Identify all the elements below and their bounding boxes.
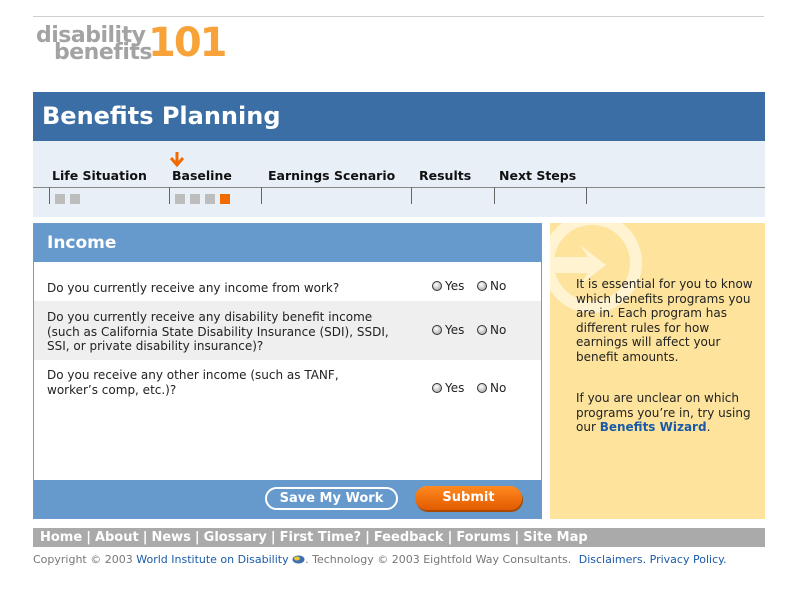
progress-square [70, 194, 80, 204]
question-row: Do you currently receive any income from… [34, 262, 541, 301]
progress-square [175, 194, 185, 204]
radio-button-icon[interactable] [432, 281, 442, 291]
question-text: Do you currently receive any disability … [47, 310, 389, 353]
radio-no[interactable]: No [477, 381, 506, 395]
nav-separator: | [142, 530, 148, 545]
progress-steps: Life Situation Baseline Earnings Scenari… [33, 141, 765, 217]
step-tick [411, 187, 412, 204]
page-title: Benefits Planning [42, 102, 281, 130]
radio-label: No [490, 381, 507, 395]
copyright-footer: Copyright © 2003 World Institute on Disa… [33, 553, 727, 566]
submit-button[interactable]: Submit [415, 486, 522, 510]
nav-separator: | [514, 530, 520, 545]
logo-number: 101 [148, 20, 227, 66]
radio-yes[interactable]: Yes [432, 323, 464, 337]
copyright-text: Copyright © 2003 [33, 553, 137, 566]
step-next-steps[interactable]: Next Steps [499, 168, 576, 183]
question-row: Do you receive any other income (such as… [34, 360, 541, 410]
top-rule [33, 16, 764, 17]
footer-nav: Home | About | News | Glossary | First Time? | Fee… [33, 528, 765, 547]
nav-separator: | [194, 530, 200, 545]
save-my-work-button[interactable]: Save My Work [265, 487, 398, 510]
logo-word-benefits: benefits [54, 40, 152, 65]
nav-feedback[interactable]: Feedback [374, 530, 444, 545]
nav-separator: | [447, 530, 453, 545]
panel-title: Income [47, 233, 117, 253]
page-banner: Benefits Planning [33, 92, 765, 141]
step-results[interactable]: Results [419, 168, 471, 183]
step-earnings-scenario[interactable]: Earnings Scenario [268, 168, 395, 183]
nav-news[interactable]: News [151, 530, 190, 545]
panel-footer: Save My Work Submit [34, 480, 541, 518]
sidebar-paragraph: It is essential for you to know which be… [576, 277, 753, 364]
sidebar-text: . [706, 420, 711, 434]
help-sidebar: It is essential for you to know which be… [550, 223, 765, 519]
income-panel: Income Do you currently receive any inco… [33, 223, 542, 519]
radio-no[interactable]: No [477, 323, 506, 337]
radio-button-icon[interactable] [432, 325, 442, 335]
wid-link[interactable]: World Institute on Disability [136, 553, 288, 566]
step-tick [261, 187, 262, 204]
radio-button-icon[interactable] [432, 383, 442, 393]
nav-home[interactable]: Home [40, 530, 82, 545]
site-logo[interactable]: disability benefits 101 [36, 22, 227, 68]
panel-header: Income [34, 224, 541, 262]
radio-label: Yes [445, 381, 465, 395]
nav-glossary[interactable]: Glossary [204, 530, 267, 545]
radio-button-icon[interactable] [477, 383, 487, 393]
step-tick [49, 187, 50, 204]
step-tick [169, 187, 170, 204]
nav-separator: | [365, 530, 370, 545]
radio-yes[interactable]: Yes [432, 279, 464, 293]
nav-first-time[interactable]: First Time? [280, 530, 361, 545]
radio-label: Yes [445, 279, 465, 293]
radio-label: Yes [445, 323, 465, 337]
globe-icon [292, 555, 305, 564]
progress-square [205, 194, 215, 204]
progress-square [190, 194, 200, 204]
progress-square [55, 194, 65, 204]
radio-button-icon[interactable] [477, 325, 487, 335]
technology-text: . Technology © 2003 Eightfold Way Consul… [305, 553, 572, 566]
disclaimers-link[interactable]: Disclaimers. [579, 553, 646, 566]
radio-label: No [490, 323, 507, 337]
steps-baseline [33, 187, 765, 188]
nav-about[interactable]: About [95, 530, 139, 545]
nav-site-map[interactable]: Site Map [523, 530, 587, 545]
question-text: Do you currently receive any income from… [47, 281, 340, 295]
sidebar-paragraph-2: If you are unclear on which programs you… [576, 391, 754, 435]
question-text: Do you receive any other income (such as… [47, 368, 339, 397]
progress-square-current [220, 194, 230, 204]
step-life-situation[interactable]: Life Situation [52, 168, 147, 183]
step-tick [586, 187, 587, 204]
question-row: Do you currently receive any disability … [34, 301, 541, 360]
benefits-wizard-link[interactable]: Benefits Wizard [600, 420, 707, 434]
step-baseline[interactable]: Baseline [172, 168, 232, 183]
radio-yes[interactable]: Yes [432, 381, 464, 395]
current-step-arrow-icon [170, 152, 184, 168]
nav-separator: | [86, 530, 91, 545]
nav-separator: | [270, 530, 276, 545]
nav-forums[interactable]: Forums [456, 530, 510, 545]
radio-label: No [490, 279, 507, 293]
radio-button-icon[interactable] [477, 281, 487, 291]
step-tick [494, 187, 495, 204]
privacy-policy-link[interactable]: Privacy Policy. [650, 553, 727, 566]
radio-no[interactable]: No [477, 279, 506, 293]
